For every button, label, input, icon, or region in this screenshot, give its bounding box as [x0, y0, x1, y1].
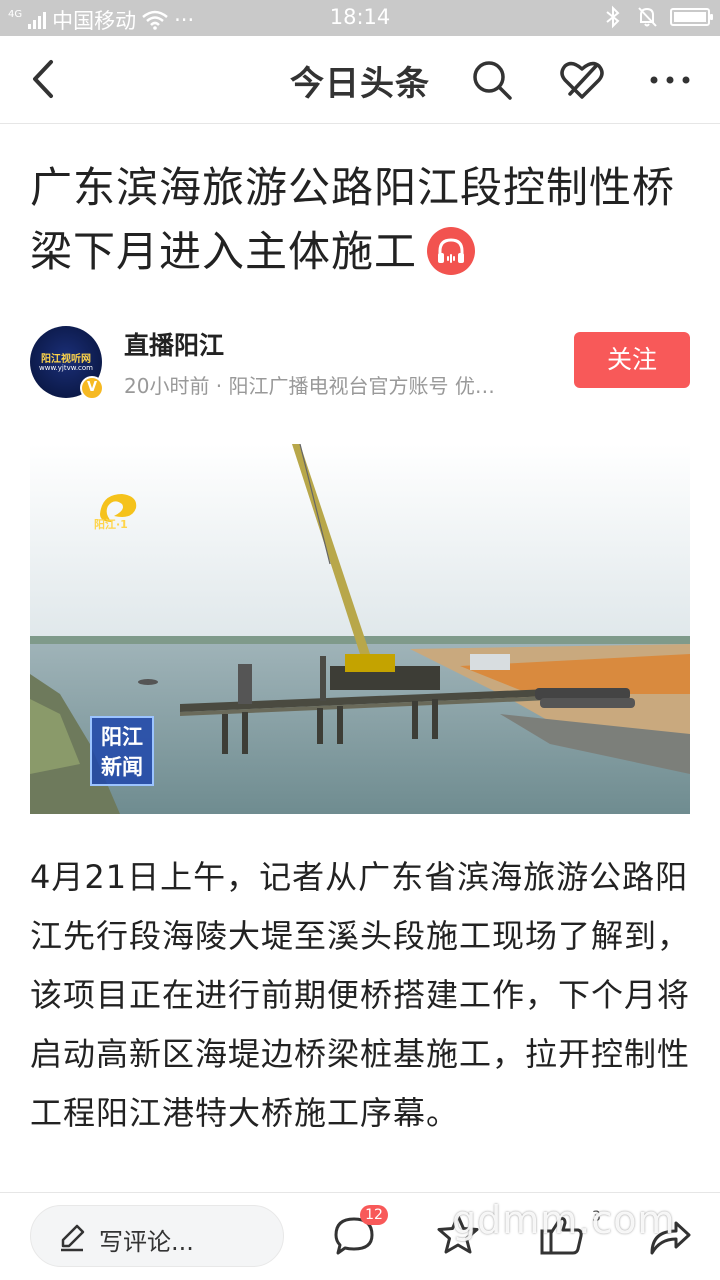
article-body: 4月21日上午，记者从广东省滨海旅游公路阳江先行段海陵大堤至溪头段施工现场了解到…	[30, 858, 691, 1132]
more-icon[interactable]	[646, 56, 694, 104]
news-program-logo: 阳江新闻	[90, 716, 154, 786]
mute-icon	[638, 7, 657, 27]
back-icon[interactable]	[20, 54, 70, 104]
search-icon[interactable]	[468, 56, 516, 104]
avatar-text: 阳江视听网	[41, 354, 91, 365]
author-meta: 20小时前 · 阳江广播电视台官方账号 优…	[124, 374, 495, 398]
pen-icon	[61, 1224, 85, 1252]
verified-badge: V	[80, 376, 104, 400]
author-name[interactable]: 直播阳江	[124, 326, 224, 362]
headphones-icon[interactable]	[427, 226, 476, 275]
channel-logo-text: 阳江·1	[94, 518, 128, 531]
site-watermark: gdmm.com	[452, 1198, 676, 1242]
avatar[interactable]: 阳江视听网 www.yjtvw.com V	[30, 326, 104, 400]
article-image[interactable]: 阳江·1 阳江新闻	[30, 444, 690, 814]
comment-input[interactable]: 写评论...	[30, 1205, 284, 1267]
nav-bar: 今日头条	[0, 36, 720, 124]
status-bar: 4G 中国移动 ··· 18:14	[0, 0, 720, 36]
article-title: 广东滨海旅游公路阳江段控制性桥梁下月进入主体施工	[30, 156, 690, 284]
battery-icon	[670, 8, 713, 26]
comment-placeholder: 写评论...	[99, 1228, 194, 1256]
bluetooth-icon	[606, 5, 620, 29]
avatar-url: www.yjtvw.com	[39, 364, 93, 372]
follow-button[interactable]: 关注	[574, 332, 690, 388]
status-right	[602, 5, 713, 29]
favorite-off-icon[interactable]	[558, 56, 606, 104]
app-title: 今日头条	[290, 64, 430, 104]
comment-count-badge: 12	[360, 1205, 388, 1225]
article-title-text: 广东滨海旅游公路阳江段控制性桥梁下月进入主体施工	[30, 163, 676, 276]
